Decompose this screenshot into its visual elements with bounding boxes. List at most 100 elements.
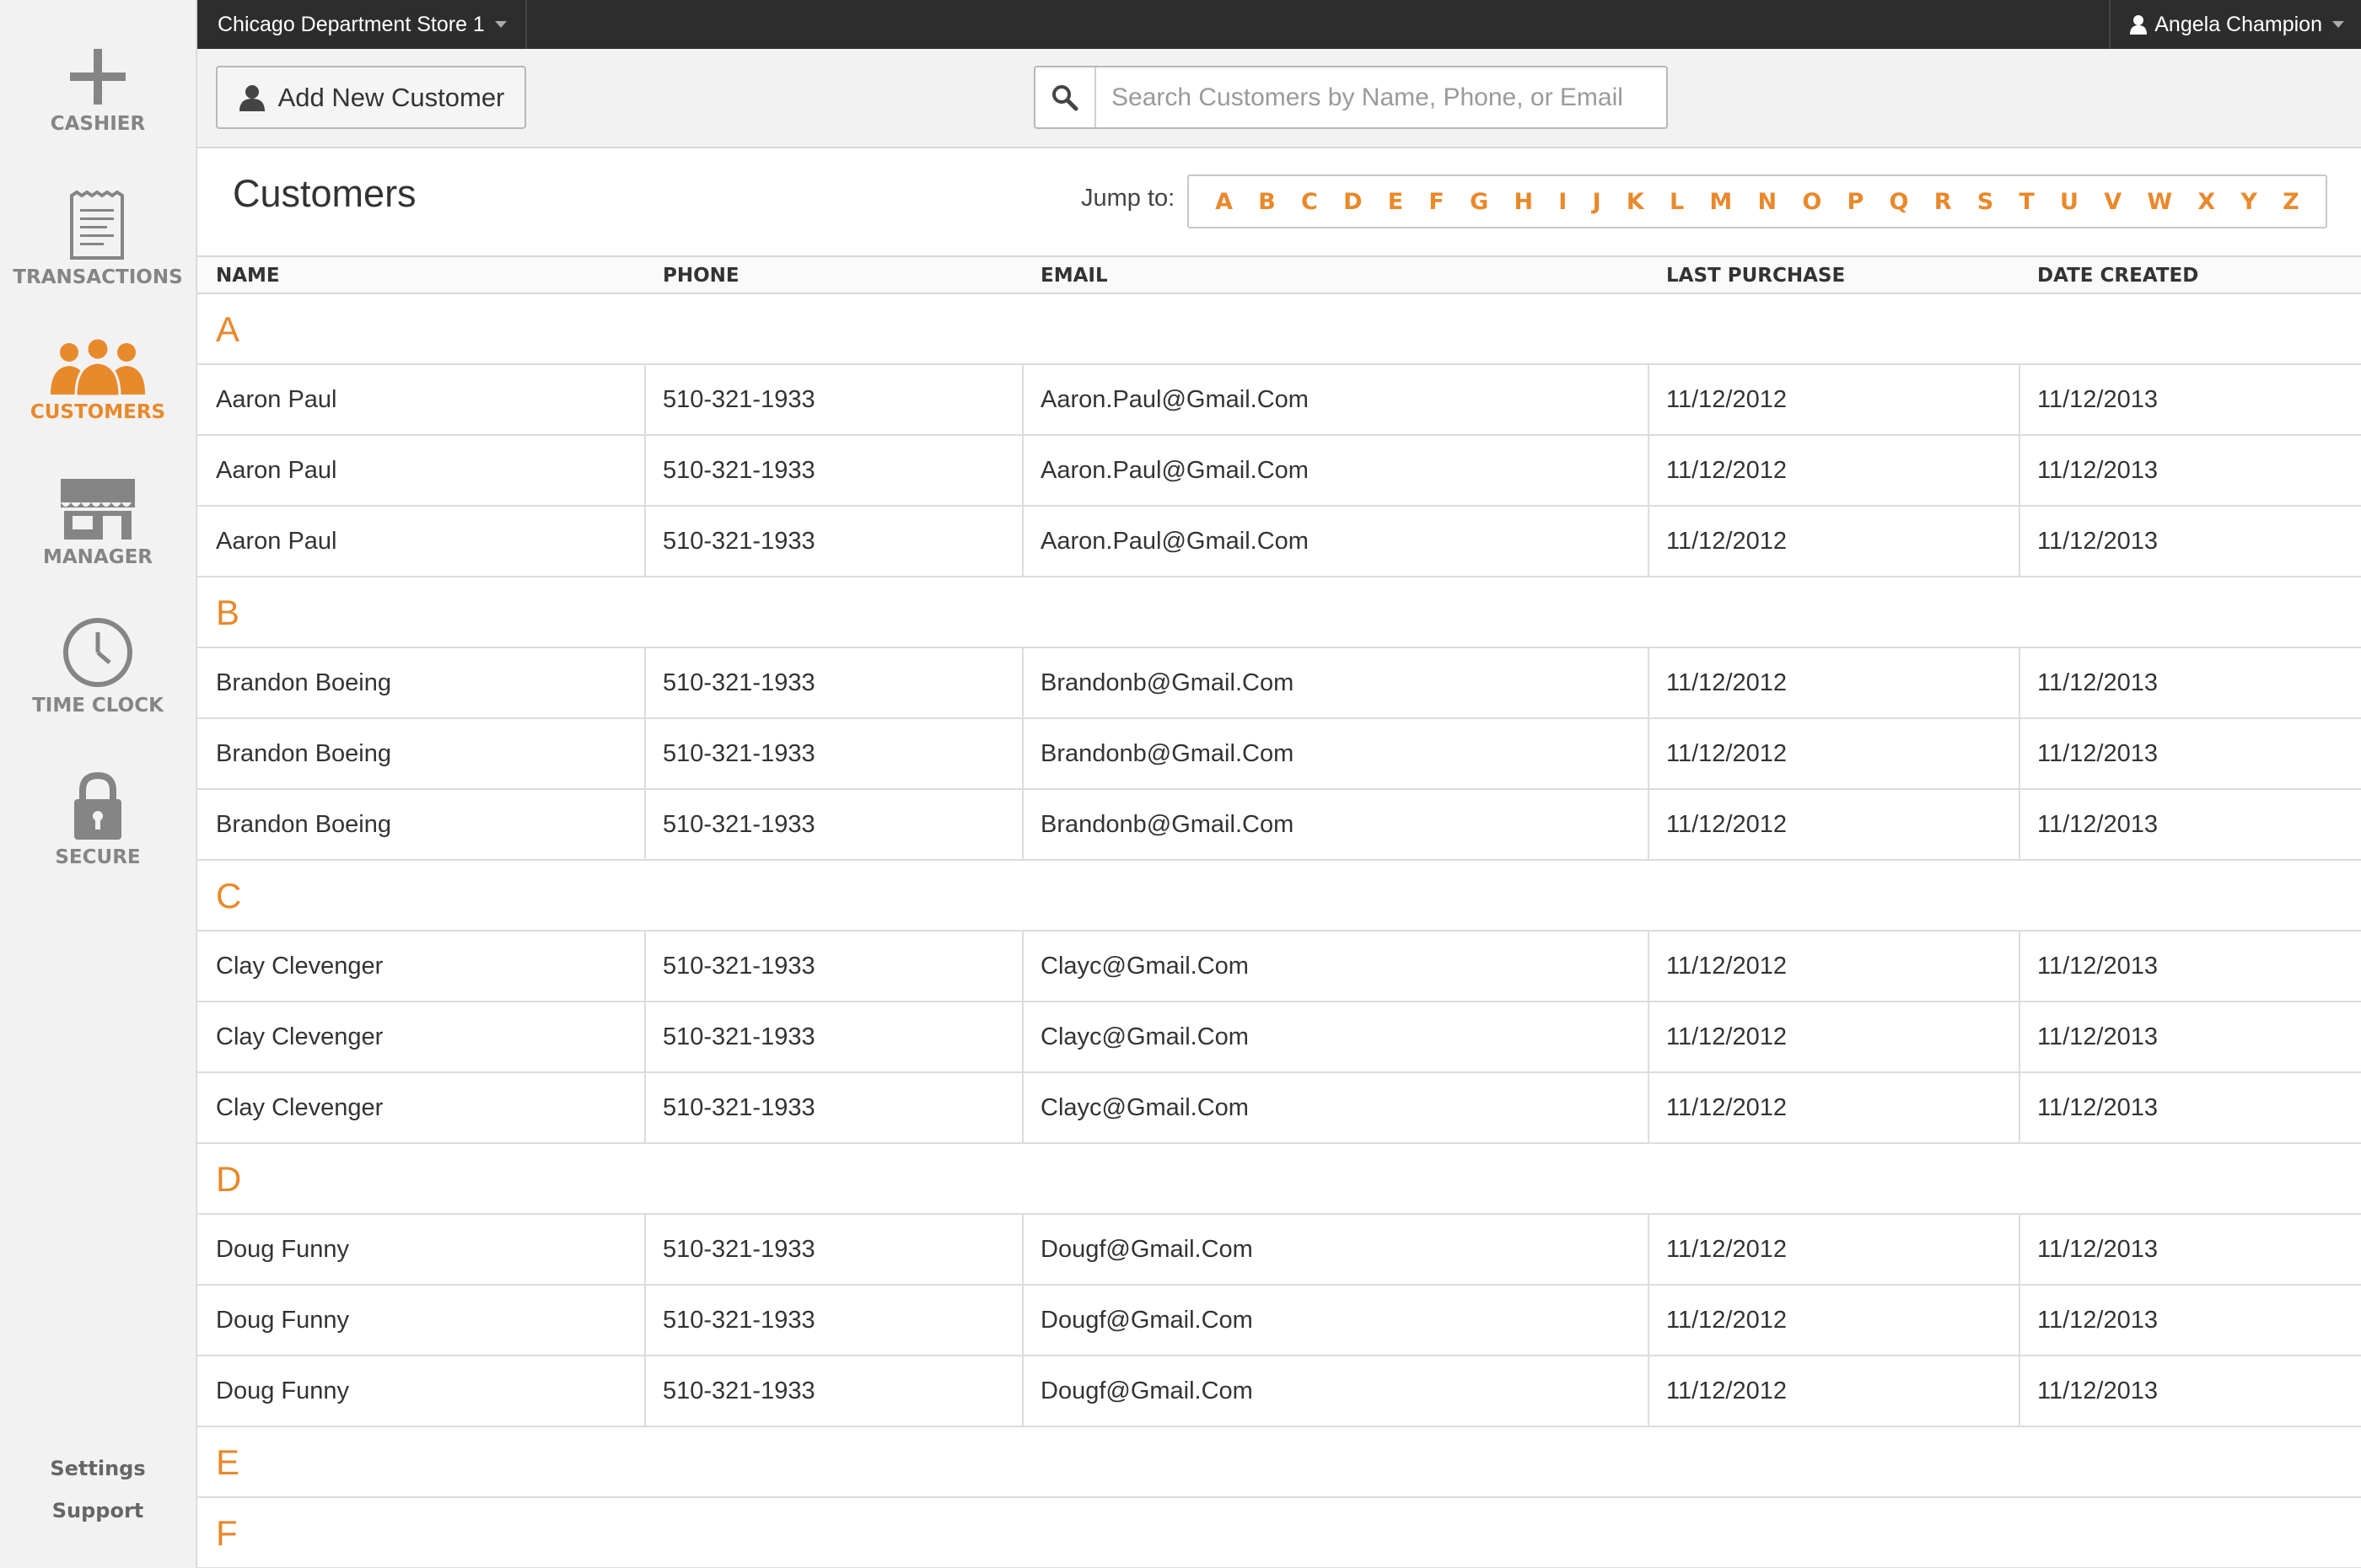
jump-letter-d[interactable]: D — [1343, 189, 1362, 215]
customer-name: Brandon Boeing — [197, 648, 646, 717]
customer-email: Aaron.Paul@Gmail.Com — [1024, 507, 1649, 576]
customer-name: Clay Clevenger — [197, 1073, 646, 1142]
jump-letter-j[interactable]: J — [1593, 189, 1601, 215]
user-menu[interactable]: Angela Champion — [2109, 0, 2361, 49]
customer-email: Clayc@Gmail.Com — [1024, 932, 1649, 1001]
last-purchase-date: 11/12/2012 — [1649, 790, 2020, 859]
column-header-date-created[interactable]: DATE CREATED — [2037, 257, 2198, 294]
last-purchase-date: 11/12/2012 — [1649, 1286, 2020, 1355]
column-header-phone[interactable]: PHONE — [663, 257, 739, 294]
sidebar-item-time-clock[interactable]: TIME CLOCK — [0, 615, 196, 717]
sidebar-item-label: CUSTOMERS — [30, 401, 166, 423]
customer-name: Doug Funny — [197, 1356, 646, 1426]
sidebar-footer-links: Settings Support — [0, 1447, 196, 1532]
sidebar-item-label: MANAGER — [42, 546, 153, 568]
jump-letter-l[interactable]: L — [1670, 189, 1684, 215]
table-row[interactable]: Aaron Paul 510-321-1933 Aaron.Paul@Gmail.C… — [197, 507, 2361, 577]
group-letter: F — [216, 1513, 238, 1553]
sidebar-item-customers[interactable]: CUSTOMERS — [0, 339, 196, 423]
jump-letter-s[interactable]: S — [1977, 189, 1993, 215]
search-input[interactable] — [1096, 67, 1666, 127]
date-created: 11/12/2013 — [2037, 740, 2158, 767]
customer-phone: 510-321-1933 — [646, 1002, 1024, 1071]
jump-letter-u[interactable]: U — [2060, 189, 2079, 215]
table-row[interactable]: Doug Funny 510-321-1933 Dougf@Gmail.Com 11/… — [197, 1215, 2361, 1286]
settings-link[interactable]: Settings — [0, 1447, 196, 1490]
jump-letter-w[interactable]: W — [2147, 189, 2172, 215]
customer-name: Clay Clevenger — [197, 1002, 646, 1071]
jump-letter-p[interactable]: P — [1847, 189, 1864, 215]
date-created: 11/12/2013 — [2037, 1236, 2158, 1263]
jump-letter-b[interactable]: B — [1258, 189, 1276, 215]
date-created: 11/12/2013 — [2037, 457, 2158, 484]
table-row[interactable]: Brandon Boeing 510-321-1933 Brandonb@Gmail… — [197, 719, 2361, 790]
top-bar: Chicago Department Store 1 Angela Champi… — [197, 0, 2361, 49]
jump-letter-v[interactable]: V — [2104, 189, 2122, 215]
table-row[interactable]: Aaron Paul 510-321-1933 Aaron.Paul@Gmail.C… — [197, 436, 2361, 507]
jump-letter-t[interactable]: T — [2019, 189, 2034, 215]
table-row[interactable]: Clay Clevenger 510-321-1933 Clayc@Gmail.Co… — [197, 1073, 2361, 1144]
table-row[interactable]: Brandon Boeing 510-321-1933 Brandonb@Gmail… — [197, 790, 2361, 861]
column-header-email[interactable]: EMAIL — [1041, 257, 1108, 294]
jump-to-label: Jump to: — [1081, 185, 1175, 212]
jump-letter-o[interactable]: O — [1802, 189, 1821, 215]
customer-phone: 510-321-1933 — [646, 790, 1024, 859]
sidebar-item-label: TRANSACTIONS — [13, 266, 183, 288]
jump-letter-h[interactable]: H — [1514, 189, 1533, 215]
search-icon[interactable] — [1035, 67, 1096, 127]
sidebar-item-cashier[interactable]: CASHIER — [0, 46, 196, 135]
customer-name: Aaron Paul — [197, 365, 646, 434]
chevron-down-icon — [494, 21, 507, 28]
table-row[interactable]: Aaron Paul 510-321-1933 Aaron.Paul@Gmail.C… — [197, 365, 2361, 436]
jump-letter-q[interactable]: Q — [1890, 189, 1909, 215]
jump-letter-k[interactable]: K — [1627, 189, 1644, 215]
customer-name: Doug Funny — [197, 1215, 646, 1284]
last-purchase-date: 11/12/2012 — [1649, 932, 2020, 1001]
table-header: NAME PHONE EMAIL LAST PURCHASE DATE CREA… — [197, 255, 2361, 294]
jump-letter-c[interactable]: C — [1301, 189, 1318, 215]
column-header-last-purchase[interactable]: LAST PURCHASE — [1666, 257, 1845, 294]
sidebar-item-secure[interactable]: SECURE — [0, 771, 196, 868]
last-purchase-date: 11/12/2012 — [1649, 365, 2020, 434]
store-selector[interactable]: Chicago Department Store 1 — [197, 0, 527, 49]
table-row[interactable]: Doug Funny 510-321-1933 Dougf@Gmail.Com 11/… — [197, 1356, 2361, 1427]
sidebar-item-manager[interactable]: MANAGER — [0, 477, 196, 568]
last-purchase-date: 11/12/2012 — [1649, 648, 2020, 717]
jump-letter-e[interactable]: E — [1388, 189, 1403, 215]
jump-letter-i[interactable]: I — [1558, 189, 1567, 215]
jump-letter-f[interactable]: F — [1428, 189, 1444, 215]
customer-name: Aaron Paul — [197, 436, 646, 505]
jump-letter-x[interactable]: X — [2197, 189, 2215, 215]
jump-letter-m[interactable]: M — [1709, 189, 1732, 215]
customer-name: Aaron Paul — [197, 507, 646, 576]
lock-icon — [74, 771, 121, 840]
last-purchase-date: 11/12/2012 — [1649, 1073, 2020, 1142]
sidebar-item-label: SECURE — [55, 846, 141, 868]
sidebar-item-label: TIME CLOCK — [32, 695, 164, 717]
table-row[interactable]: Brandon Boeing 510-321-1933 Brandonb@Gmail… — [197, 648, 2361, 719]
jump-letter-a[interactable]: A — [1215, 189, 1233, 215]
customer-phone: 510-321-1933 — [646, 1215, 1024, 1284]
table-row[interactable]: Clay Clevenger 510-321-1933 Clayc@Gmail.Co… — [197, 932, 2361, 1002]
customer-phone: 510-321-1933 — [646, 436, 1024, 505]
support-link[interactable]: Support — [0, 1490, 196, 1532]
add-customer-button[interactable]: Add New Customer — [216, 66, 526, 129]
last-purchase-date: 11/12/2012 — [1649, 1356, 2020, 1426]
table-row[interactable]: Clay Clevenger 510-321-1933 Clayc@Gmail.Co… — [197, 1002, 2361, 1073]
jump-letter-y[interactable]: Y — [2240, 189, 2257, 215]
jump-letter-g[interactable]: G — [1470, 189, 1488, 215]
customer-email: Dougf@Gmail.Com — [1024, 1286, 1649, 1355]
storefront-icon — [61, 479, 135, 540]
jump-letter-n[interactable]: N — [1758, 189, 1777, 215]
sidebar-item-transactions[interactable]: TRANSACTIONS — [0, 191, 196, 288]
user-icon — [2130, 15, 2148, 35]
last-purchase-date: 11/12/2012 — [1649, 1215, 2020, 1284]
group-header: E — [197, 1427, 2361, 1498]
store-name: Chicago Department Store 1 — [218, 12, 485, 36]
jump-letter-r[interactable]: R — [1934, 189, 1952, 215]
group-letter: E — [216, 1442, 240, 1482]
jump-letter-z[interactable]: Z — [2283, 189, 2299, 215]
column-header-name[interactable]: NAME — [216, 257, 280, 294]
last-purchase-date: 11/12/2012 — [1649, 1002, 2020, 1071]
table-row[interactable]: Doug Funny 510-321-1933 Dougf@Gmail.Com 11/… — [197, 1286, 2361, 1356]
